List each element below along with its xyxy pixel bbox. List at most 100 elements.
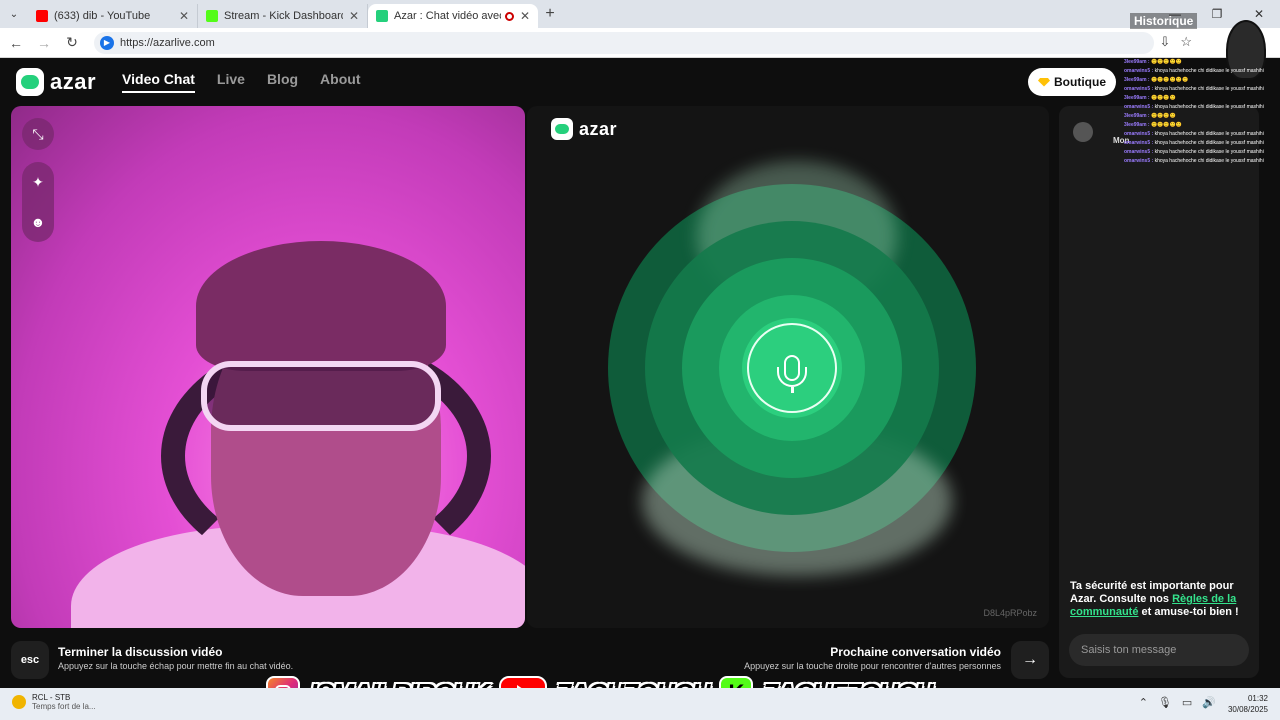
stream-chat-line: omarwins5 : khoya hachehoche chi didikas… bbox=[1124, 130, 1270, 139]
close-icon[interactable]: ✕ bbox=[179, 9, 189, 23]
chat-panel: Mon Ta sécurité est importante pour Azar… bbox=[1059, 106, 1259, 678]
youtube-favicon-icon bbox=[36, 10, 48, 22]
forward-icon[interactable]: → bbox=[32, 35, 56, 51]
stream-chat-text: khoya hachehoche chi didikase le youssf … bbox=[1154, 86, 1264, 92]
stream-chat-line: omarwins5 : khoya hachehoche chi didikas… bbox=[1124, 157, 1270, 166]
stream-chat-user: omarwins5 : bbox=[1124, 104, 1154, 110]
boutique-button[interactable]: Boutique bbox=[1028, 68, 1116, 96]
close-icon[interactable]: ✕ bbox=[520, 9, 530, 23]
kick-favicon-icon bbox=[206, 10, 218, 22]
stream-chat-text: 🙂🙂🙂🙂 bbox=[1150, 113, 1176, 119]
weather-icon bbox=[12, 695, 26, 709]
stream-chat-text: 🙂🙂🙂🙂🙂 bbox=[1150, 122, 1183, 128]
azar-logo-icon[interactable] bbox=[16, 68, 44, 96]
next-chat-hint: Appuyez sur la touche droite pour rencon… bbox=[744, 661, 1001, 671]
reload-icon[interactable]: ↻ bbox=[60, 34, 84, 51]
stream-chat-text: khoya hachehoche chi didikase le youssf … bbox=[1154, 140, 1264, 146]
weather-subtitle: Temps fort de la... bbox=[32, 702, 96, 711]
minimize-video-button[interactable]: ⤡ bbox=[22, 118, 54, 150]
user-avatar[interactable] bbox=[1073, 122, 1093, 142]
network-icon[interactable]: ▭ bbox=[1182, 696, 1192, 709]
stream-chat-user: omarwins5 : bbox=[1124, 140, 1154, 146]
partner-video-panel: azar D8L4pRPobz bbox=[527, 106, 1049, 628]
tab-azar[interactable]: Azar : Chat vidéo avec de n ✕ bbox=[368, 4, 538, 28]
stream-chat-line: omarwins5 : khoya hachehoche chi didikas… bbox=[1124, 67, 1270, 76]
partner-logo: azar bbox=[551, 118, 617, 140]
stream-chat-line: 3lee99am : 🙂🙂🙂🙂🙂 bbox=[1124, 121, 1270, 130]
stream-chat-text: khoya hachehoche chi didikase le youssf … bbox=[1154, 158, 1264, 164]
safety-text-end: et amuse-toi bien ! bbox=[1138, 606, 1239, 618]
historique-label: Historique bbox=[1130, 13, 1198, 29]
url-input[interactable]: ▶ https://azarlive.com bbox=[94, 31, 1154, 54]
boutique-label: Boutique bbox=[1054, 75, 1106, 89]
next-chat-button[interactable]: → bbox=[1011, 641, 1049, 679]
tab-title: Stream - Kick Dashboard bbox=[224, 10, 343, 22]
stream-chat-text: 🙂🙂🙂🙂🙂🙂 bbox=[1150, 77, 1189, 83]
close-icon[interactable]: ✕ bbox=[349, 9, 359, 23]
partner-id: D8L4pRPobz bbox=[983, 608, 1037, 618]
stream-chat-text: khoya hachehoche chi didikase le youssf … bbox=[1154, 149, 1264, 155]
next-chat-title: Prochaine conversation vidéo bbox=[830, 645, 1001, 659]
stream-chat-line: omarwins5 : khoya hachehoche chi didikas… bbox=[1124, 139, 1270, 148]
azar-logo-text[interactable]: azar bbox=[50, 69, 96, 95]
new-tab-button[interactable]: + bbox=[538, 5, 562, 23]
address-bar: ← → ↻ ▶ https://azarlive.com ⇩ ☆ bbox=[0, 28, 1280, 58]
microphone-tray-icon[interactable]: 🎙 bbox=[1158, 696, 1172, 709]
stream-chat-line: omarwins5 : khoya hachehoche chi didikas… bbox=[1124, 148, 1270, 157]
site-info-icon[interactable]: ▶ bbox=[100, 35, 114, 50]
bookmark-star-icon[interactable]: ☆ bbox=[1180, 34, 1192, 50]
tab-search-chevron-icon[interactable]: ⌄ bbox=[0, 0, 28, 28]
stream-chat-user: 3lee99am : bbox=[1124, 59, 1150, 65]
site-header: azar Video Chat Live Blog About bbox=[16, 68, 360, 96]
weather-title: RCL - STB bbox=[32, 693, 71, 702]
stream-chat-line: 3lee99am : 🙂🙂🙂🙂🙂🙂 bbox=[1124, 76, 1270, 85]
url-text: https://azarlive.com bbox=[120, 36, 215, 49]
stream-chat-line: omarwins5 : khoya hachehoche chi didikas… bbox=[1124, 85, 1270, 94]
stream-chat-user: omarwins5 : bbox=[1124, 149, 1154, 155]
face-mask-icon[interactable]: ☻ bbox=[22, 202, 54, 242]
azar-favicon-icon bbox=[376, 10, 388, 22]
tab-title: Azar : Chat vidéo avec de n bbox=[394, 10, 501, 22]
nav-about[interactable]: About bbox=[320, 71, 360, 93]
azar-logo-icon bbox=[551, 118, 573, 140]
stream-chat-user: omarwins5 : bbox=[1124, 68, 1154, 74]
chat-message-input[interactable]: Saisis ton message bbox=[1069, 634, 1249, 666]
person-glasses bbox=[201, 361, 441, 431]
clock[interactable]: 01:32 30/08/2025 bbox=[1228, 693, 1268, 715]
stream-chat-user: omarwins5 : bbox=[1124, 158, 1154, 164]
sparkle-effects-icon[interactable]: ✦ bbox=[22, 162, 54, 202]
browser-tab-bar: ⌄ (633) dib - YouTube ✕ Stream - Kick Da… bbox=[0, 0, 1280, 28]
system-tray: ⌃ 🎙 ▭ 🔊 bbox=[1139, 696, 1216, 709]
windows-taskbar: RCL - STB Temps fort de la... ⌃ 🎙 ▭ 🔊 01… bbox=[0, 688, 1280, 720]
stream-chat-text: khoya hachehoche chi didikase le youssf … bbox=[1154, 68, 1264, 74]
nav-live[interactable]: Live bbox=[217, 71, 245, 93]
stream-chat-text: 🙂🙂🙂🙂🙂 bbox=[1150, 59, 1183, 65]
tab-youtube[interactable]: (633) dib - YouTube ✕ bbox=[28, 4, 198, 28]
clock-time: 01:32 bbox=[1247, 694, 1268, 703]
back-icon[interactable]: ← bbox=[4, 35, 28, 51]
stream-chat-user: 3lee99am : bbox=[1124, 122, 1150, 128]
volume-icon[interactable]: 🔊 bbox=[1202, 696, 1216, 709]
recording-icon bbox=[504, 11, 514, 21]
nav-video-chat[interactable]: Video Chat bbox=[122, 71, 195, 93]
end-chat-title: Terminer la discussion vidéo bbox=[58, 645, 223, 659]
gem-icon bbox=[1038, 77, 1050, 87]
stream-chat-text: khoya hachehoche chi didikase le youssf … bbox=[1154, 104, 1264, 110]
stream-chat-user: omarwins5 : bbox=[1124, 131, 1154, 137]
nav-blog[interactable]: Blog bbox=[267, 71, 298, 93]
chevron-up-icon[interactable]: ⌃ bbox=[1139, 696, 1148, 709]
esc-button[interactable]: esc bbox=[11, 641, 49, 679]
stream-chat-overlay: 3lee99am : 🙂🙂🙂🙂🙂 omarwins5 : khoya hacheh… bbox=[1124, 58, 1270, 166]
microphone-icon bbox=[747, 323, 837, 413]
safety-notice: Ta sécurité est importante pour Azar. Co… bbox=[1070, 580, 1250, 619]
stream-chat-line: 3lee99am : 🙂🙂🙂🙂 bbox=[1124, 112, 1270, 121]
weather-widget[interactable]: RCL - STB Temps fort de la... bbox=[12, 693, 96, 711]
stream-chat-line: 3lee99am : 🙂🙂🙂🙂 bbox=[1124, 94, 1270, 103]
stream-chat-text: 🙂🙂🙂🙂 bbox=[1150, 95, 1176, 101]
stream-chat-text: khoya hachehoche chi didikase le youssf … bbox=[1154, 131, 1264, 137]
tab-kick-dashboard[interactable]: Stream - Kick Dashboard ✕ bbox=[198, 4, 368, 28]
maximize-icon[interactable]: ❐ bbox=[1196, 0, 1238, 28]
main-nav: Video Chat Live Blog About bbox=[122, 71, 360, 93]
stream-chat-user: 3lee99am : bbox=[1124, 95, 1150, 101]
install-app-icon[interactable]: ⇩ bbox=[1159, 34, 1170, 50]
